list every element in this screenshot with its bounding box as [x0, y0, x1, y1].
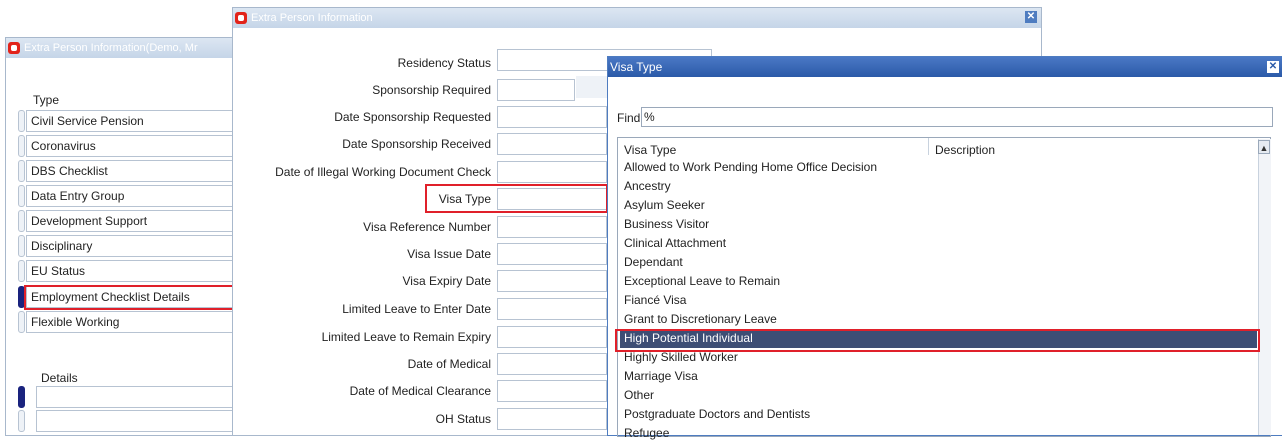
type-row-indicator[interactable] — [18, 135, 25, 157]
visa-type-row[interactable]: Grant to Discretionary Leave — [620, 310, 1257, 329]
field-label: Date Sponsorship Received — [342, 137, 491, 151]
scroll-up-icon[interactable]: ▲ — [1258, 140, 1270, 154]
field-label: Residency Status — [397, 56, 491, 70]
visa-type-row[interactable]: Asylum Seeker — [620, 196, 1257, 215]
field-input[interactable] — [497, 326, 607, 348]
field-label: Visa Reference Number — [363, 220, 491, 234]
oracle-icon — [8, 42, 20, 54]
field-label: Visa Type — [438, 192, 491, 206]
type-row-indicator[interactable] — [18, 260, 25, 282]
visa-dialog-title: Visa Type — [610, 60, 663, 74]
type-list-item[interactable]: Coronavirus — [26, 135, 236, 157]
details-row-indicator[interactable] — [18, 410, 25, 432]
find-label: Find — [617, 111, 641, 125]
field-input[interactable] — [497, 216, 607, 238]
field-input[interactable] — [497, 188, 607, 210]
field-label: Limited Leave to Enter Date — [342, 302, 491, 316]
left-window-titlebar[interactable]: Extra Person Information(Demo, Mr — [6, 38, 238, 58]
type-row-indicator[interactable] — [18, 235, 25, 257]
left-window-title: Extra Person Information(Demo, Mr — [24, 42, 198, 54]
visa-type-row[interactable]: Business Visitor — [620, 215, 1257, 234]
field-input[interactable] — [497, 243, 607, 265]
visa-type-dialog: Visa Type ✕ Find % Visa Type Description… — [607, 56, 1282, 440]
close-icon[interactable]: ✕ — [1267, 61, 1279, 73]
visa-type-row[interactable]: Dependant — [620, 253, 1257, 272]
visa-dialog-titlebar[interactable]: Visa Type ✕ — [608, 57, 1282, 77]
visa-type-row[interactable]: Highly Skilled Worker — [620, 348, 1257, 367]
field-input[interactable] — [497, 298, 607, 320]
main-window-titlebar[interactable]: Extra Person Information ✕ — [233, 8, 1041, 28]
field-input[interactable] — [497, 79, 575, 101]
type-row-indicator[interactable] — [18, 286, 25, 308]
field-label: OH Status — [435, 412, 491, 426]
field-label: Visa Issue Date — [407, 247, 491, 261]
type-row-indicator[interactable] — [18, 185, 25, 207]
type-column-header: Type — [33, 93, 60, 107]
field-input[interactable] — [497, 106, 607, 128]
type-row-indicator[interactable] — [18, 110, 25, 132]
column-divider — [928, 138, 929, 155]
field-label: Date Sponsorship Requested — [334, 110, 491, 124]
field-input[interactable] — [497, 270, 607, 292]
visa-type-row[interactable]: Fiancé Visa — [620, 291, 1257, 310]
field-label: Sponsorship Required — [372, 83, 491, 97]
type-list-item[interactable]: Civil Service Pension — [26, 110, 236, 132]
type-list-item[interactable]: Employment Checklist Details — [26, 286, 236, 308]
find-input[interactable]: % — [641, 107, 1273, 127]
type-list-item[interactable]: EU Status — [26, 260, 236, 282]
details-input[interactable] — [36, 410, 236, 432]
visa-type-row[interactable]: Clinical Attachment — [620, 234, 1257, 253]
close-icon[interactable]: ✕ — [1025, 11, 1037, 23]
field-input[interactable] — [497, 380, 607, 402]
type-row-indicator[interactable] — [18, 160, 25, 182]
visa-type-row[interactable]: Other — [620, 386, 1257, 405]
visa-type-column-header[interactable]: Visa Type — [624, 143, 676, 157]
field-input[interactable] — [497, 133, 607, 155]
visa-type-row[interactable]: Exceptional Leave to Remain — [620, 272, 1257, 291]
field-label: Date of Medical — [407, 357, 491, 371]
main-window-title: Extra Person Information — [251, 12, 373, 24]
visa-type-row[interactable]: High Potential Individual — [620, 329, 1257, 348]
visa-type-row[interactable]: Postgraduate Doctors and Dentists — [620, 405, 1257, 424]
field-label: Date of Illegal Working Document Check — [275, 165, 491, 179]
visa-type-row[interactable]: Marriage Visa — [620, 367, 1257, 386]
field-label: Date of Medical Clearance — [349, 384, 491, 398]
type-list-item[interactable]: Data Entry Group — [26, 185, 236, 207]
type-row-indicator[interactable] — [18, 311, 25, 333]
description-column-header[interactable]: Description — [935, 143, 995, 157]
field-label: Limited Leave to Remain Expiry — [321, 330, 491, 344]
type-list-item[interactable]: Development Support — [26, 210, 236, 232]
type-row-indicator[interactable] — [18, 210, 25, 232]
details-row-indicator[interactable] — [18, 386, 25, 408]
type-list-item[interactable]: DBS Checklist — [26, 160, 236, 182]
details-input[interactable] — [36, 386, 236, 408]
visa-type-row[interactable]: Ancestry — [620, 177, 1257, 196]
field-label: Visa Expiry Date — [402, 274, 491, 288]
field-input[interactable] — [497, 353, 607, 375]
details-header: Details — [41, 371, 78, 385]
visa-type-row[interactable]: Allowed to Work Pending Home Office Deci… — [620, 158, 1257, 177]
visa-list-scrollbar[interactable] — [1258, 139, 1271, 435]
type-list-item[interactable]: Flexible Working — [26, 311, 236, 333]
oracle-icon — [235, 12, 247, 24]
field-input[interactable] — [497, 408, 607, 430]
type-list-item[interactable]: Disciplinary — [26, 235, 236, 257]
field-input[interactable] — [497, 161, 607, 183]
